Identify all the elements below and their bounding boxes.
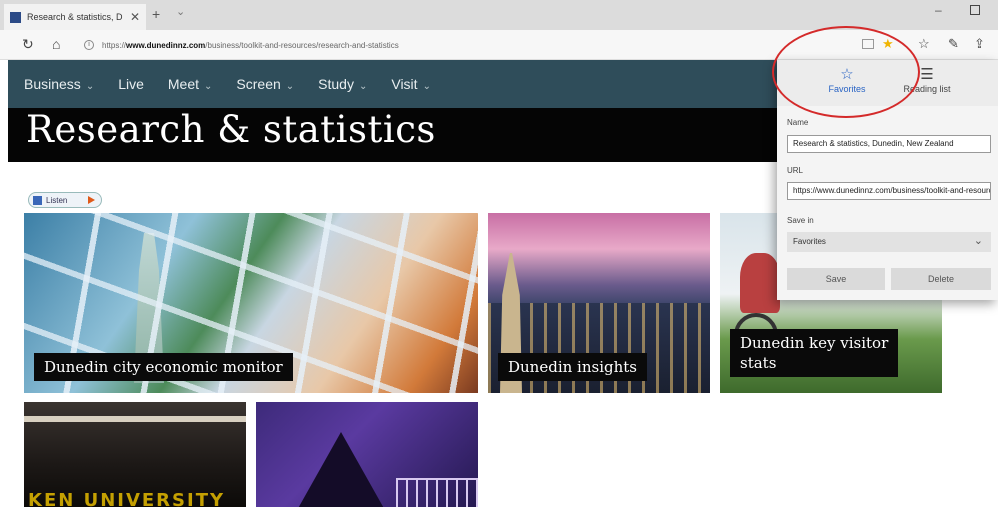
info-icon[interactable]: i — [84, 40, 94, 50]
url-label: URL — [787, 166, 804, 175]
ceiling-light-image — [24, 416, 246, 422]
share-icon[interactable]: ⇪ — [974, 36, 985, 52]
nav-item-visit[interactable]: Visit ⌄ — [391, 76, 431, 92]
nav-label: Business — [24, 76, 81, 92]
name-field[interactable]: Research & statistics, Dunedin, New Zeal… — [787, 135, 991, 153]
tab-list-chevron-icon[interactable]: ⌄ — [176, 5, 185, 18]
pyramid-sculpture-image — [296, 432, 386, 507]
railing-image — [396, 478, 478, 507]
new-tab-button[interactable]: + — [152, 6, 160, 22]
card-caption: Dunedin city economic monitor — [34, 353, 293, 381]
home-icon[interactable]: ⌂ — [52, 36, 60, 52]
listen-button[interactable]: Listen — [28, 192, 102, 208]
save-in-value: Favorites — [793, 237, 826, 246]
chevron-down-icon: ⌄ — [422, 81, 431, 92]
nav-label: Meet — [167, 76, 200, 92]
card-night-sculpture[interactable] — [256, 402, 478, 507]
url-domain: www.dunedinnz.com — [126, 40, 206, 50]
chevron-down-icon: ⌄ — [285, 81, 295, 92]
card-university[interactable]: KEN UNIVERSITY — [24, 402, 246, 507]
card-caption: Dunedin insights — [498, 353, 647, 381]
nav-item-meet[interactable]: Meet ⌄ — [168, 76, 213, 92]
speaker-icon — [33, 195, 42, 205]
listen-label: Listen — [46, 195, 68, 205]
nav-label: Visit — [391, 76, 418, 92]
url-path: /business/toolkit-and-resources/research… — [205, 40, 399, 50]
refresh-icon[interactable]: ↻ — [22, 36, 34, 53]
minimize-button[interactable]: – — [935, 3, 942, 17]
page-root: Research & statistics, D ✕ + ⌄ – ↻ ⌂ i h… — [0, 0, 998, 507]
nav-label: Screen — [236, 76, 281, 92]
url-field-favorite[interactable]: https://www.dunedinnz.com/business/toolk… — [787, 182, 991, 200]
save-in-label: Save in — [787, 216, 814, 225]
cyclist-image — [740, 253, 780, 313]
chevron-down-icon: ⌄ — [358, 81, 368, 92]
delete-button[interactable]: Delete — [891, 268, 991, 290]
name-label: Name — [787, 118, 809, 127]
nav-label: Live — [118, 76, 144, 92]
site-favicon-icon — [10, 11, 21, 23]
chevron-down-icon: ⌄ — [85, 81, 95, 92]
chevron-down-icon: ⌄ — [973, 235, 983, 247]
tab-close-icon[interactable]: ✕ — [130, 10, 140, 24]
card-caption: Dunedin key visitor stats — [730, 329, 899, 377]
nav-item-study[interactable]: Study ⌄ — [318, 76, 367, 92]
card-insights[interactable]: Dunedin insights — [488, 213, 710, 393]
annotation-circle — [772, 26, 920, 118]
card-caption-line: Dunedin key visitor — [740, 334, 889, 352]
favorites-bar-icon[interactable]: ☆ — [918, 36, 930, 52]
nav-item-screen[interactable]: Screen ⌄ — [236, 76, 294, 92]
nav-item-live[interactable]: Live — [118, 76, 144, 92]
chevron-down-icon: ⌄ — [204, 81, 213, 92]
url-field[interactable]: i https://www.dunedinnz.com/business/too… — [84, 36, 784, 54]
card-caption-line: stats — [740, 354, 777, 372]
card-economic-monitor[interactable]: Dunedin city economic monitor — [24, 213, 478, 393]
nav-label: Study — [318, 76, 354, 92]
tab-title: Research & statistics, D — [27, 12, 123, 22]
save-button[interactable]: Save — [787, 268, 885, 290]
play-icon[interactable] — [88, 196, 95, 204]
pen-icon[interactable]: ✎ — [948, 36, 959, 52]
page-title: Research & statistics — [26, 108, 436, 151]
card-overlay-text: KEN UNIVERSITY — [28, 490, 226, 507]
restore-window-button[interactable] — [970, 5, 980, 15]
browser-tab[interactable]: Research & statistics, D ✕ — [4, 4, 146, 30]
url-prefix: https:// — [102, 40, 127, 50]
save-in-select[interactable]: Favorites ⌄ — [787, 232, 991, 252]
nav-item-business[interactable]: Business ⌄ — [24, 76, 94, 92]
